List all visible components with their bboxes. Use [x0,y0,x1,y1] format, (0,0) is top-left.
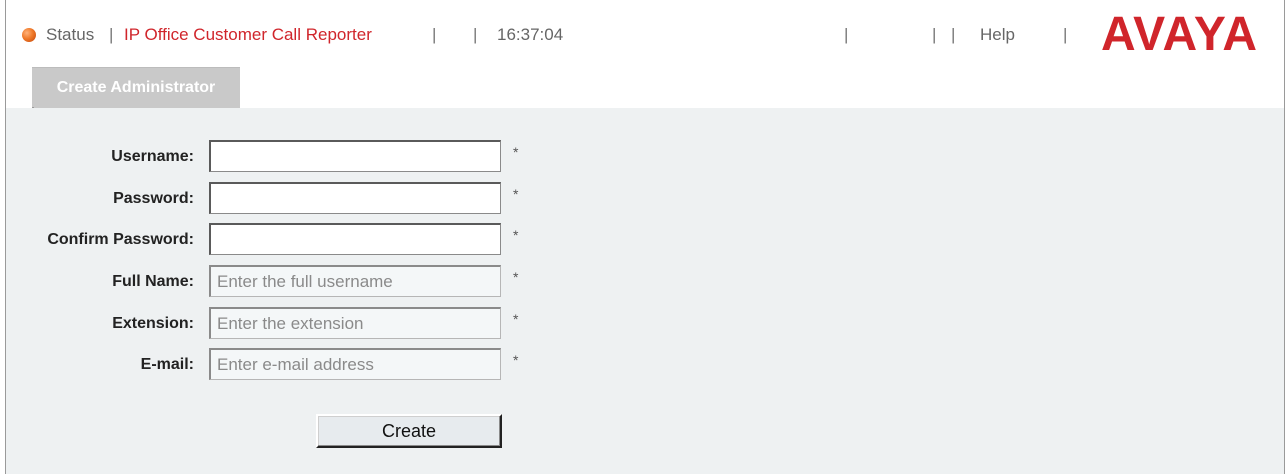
required-marker: * [513,352,519,368]
header-separator: | [951,25,956,44]
password-label: Password: [113,190,194,207]
avaya-logo: AVAYA [1101,8,1256,58]
top-bar: Status | IP Office Customer Call Reporte… [6,0,1284,62]
form-row-confirm-password: Confirm Password: * [6,223,606,257]
tab-bar: Create Administrator [6,63,1284,117]
extension-label: Extension: [112,315,194,332]
full-name-input[interactable] [209,265,501,297]
app-frame: Status | IP Office Customer Call Reporte… [5,0,1285,474]
email-label: E-mail: [140,356,194,373]
header-separator: | [844,25,849,44]
required-marker: * [513,311,519,327]
header-separator: | [932,25,937,44]
form-row-full-name: Full Name: * [6,265,606,299]
full-name-label: Full Name: [112,273,194,290]
help-link[interactable]: Help [980,25,1015,45]
app-title: IP Office Customer Call Reporter [124,25,372,44]
header-separator: | [1063,25,1068,44]
create-admin-form: Username: * Password: * Confirm Password… [6,108,1284,474]
status-indicator-icon [22,28,36,42]
username-label: Username: [111,148,194,165]
create-button[interactable]: Create [316,414,502,448]
required-marker: * [513,144,519,160]
clock-time: 16:37:04 [497,25,564,44]
email-input[interactable] [209,348,501,380]
form-row-email: E-mail: * [6,348,606,382]
confirm-password-input[interactable] [209,223,501,255]
required-marker: * [513,186,519,202]
logo-text: AVAYA [1101,8,1256,58]
form-row-username: Username: * [6,140,606,174]
username-input[interactable] [209,140,501,172]
password-input[interactable] [209,182,501,214]
header-separator: | [473,25,478,44]
header-separator: | [109,25,114,44]
confirm-password-label: Confirm Password: [47,231,194,248]
status-link[interactable]: Status [46,25,94,45]
form-row-extension: Extension: * [6,307,606,341]
required-marker: * [513,269,519,285]
required-marker: * [513,227,519,243]
extension-input[interactable] [209,307,501,339]
form-row-password: Password: * [6,182,606,216]
tab-create-administrator[interactable]: Create Administrator [32,67,240,108]
header-separator: | [432,25,437,44]
